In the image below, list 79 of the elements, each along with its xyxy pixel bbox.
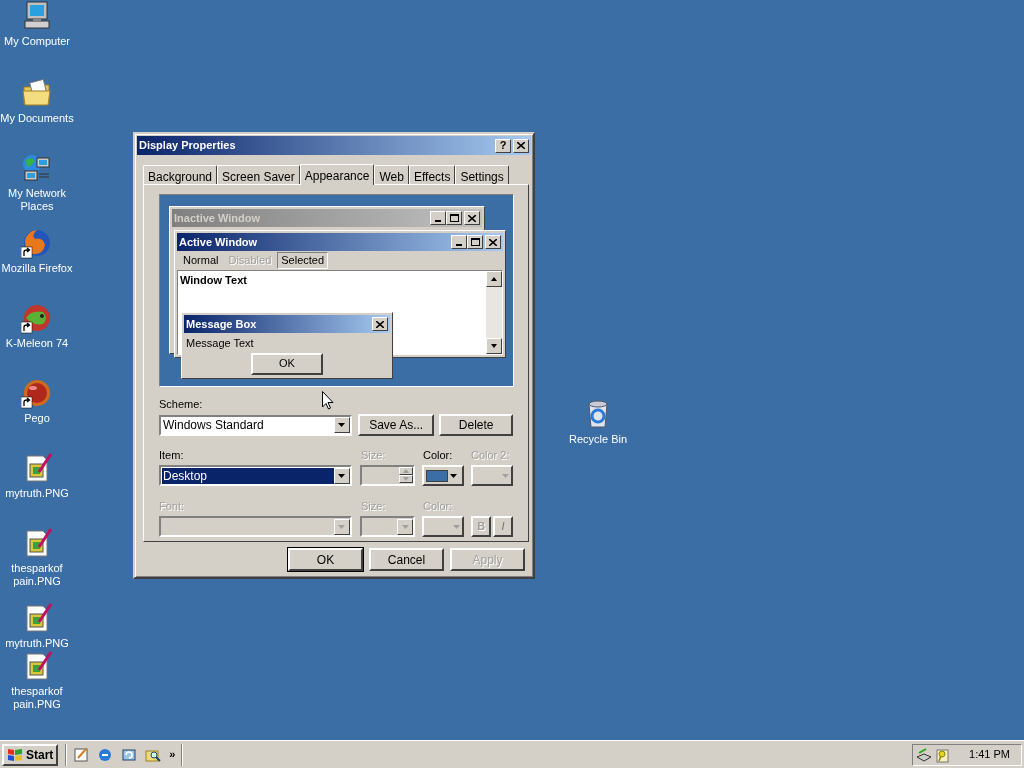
- spin-down-button[interactable]: [399, 475, 414, 483]
- tab[interactable]: Effects: [408, 165, 456, 184]
- caret-icon: [450, 473, 458, 478]
- close-button[interactable]: [372, 317, 388, 331]
- down-arrow-icon: [401, 524, 409, 529]
- close-icon: [489, 238, 497, 246]
- menu-item[interactable]: Selected: [277, 251, 329, 269]
- down-arrow-icon: [490, 342, 498, 350]
- down-arrow-icon: [338, 423, 346, 427]
- dropdown-field[interactable]: Desktop: [159, 465, 352, 486]
- close-button[interactable]: [464, 211, 480, 225]
- down-arrow-icon: [403, 477, 410, 481]
- window-title: Active Window: [179, 234, 259, 250]
- close-icon: [376, 320, 384, 328]
- delete-button[interactable]: Delete: [439, 414, 513, 436]
- icon-label[interactable]: K-Meleon 74: [5, 337, 69, 350]
- dropdown-field[interactable]: [159, 516, 352, 537]
- icon-label[interactable]: My Network Places: [0, 187, 74, 213]
- icon-label[interactable]: Recycle Bin: [568, 433, 628, 446]
- menu-item[interactable]: Normal: [179, 251, 223, 269]
- minimize-icon: [435, 220, 441, 222]
- field-label: Item:: [159, 449, 185, 462]
- clock-time: 1:41 PM: [969, 747, 1010, 763]
- cancel-button[interactable]: Cancel: [369, 548, 444, 571]
- caret-icon: [502, 473, 509, 478]
- icon-label[interactable]: Pego: [24, 412, 50, 425]
- icon-label[interactable]: My Computer: [4, 35, 70, 48]
- dropdown-value: Windows Standard: [162, 417, 265, 433]
- dropdown-button[interactable]: [333, 417, 350, 433]
- network-tray-icon[interactable]: [916, 746, 932, 763]
- spin-up-button[interactable]: [399, 467, 414, 475]
- icon-label[interactable]: thesparkof pain.PNG: [0, 562, 74, 588]
- down-arrow-icon: [338, 473, 346, 478]
- message-text: Message Text: [185, 336, 254, 351]
- up-arrow-icon: [490, 275, 498, 283]
- window-title: Display Properties: [139, 138, 237, 154]
- caret-icon: [453, 524, 461, 529]
- minimize-icon: [456, 244, 462, 246]
- size-spinner[interactable]: [359, 465, 416, 486]
- tab[interactable]: Screen Saver: [217, 165, 300, 184]
- window-title: Inactive Window: [174, 210, 262, 226]
- tab[interactable]: Web: [374, 165, 409, 184]
- color-button[interactable]: [422, 516, 465, 537]
- start-button[interactable]: Start: [2, 743, 59, 766]
- tab[interactable]: Appearance: [299, 164, 375, 185]
- icon-label[interactable]: mytruth.PNG: [5, 487, 69, 500]
- help-button[interactable]: ?: [495, 138, 511, 153]
- icon-label[interactable]: Mozilla Firefox: [1, 262, 73, 275]
- scroll-down-button[interactable]: [486, 338, 502, 354]
- dropdown-field[interactable]: Windows Standard: [159, 414, 352, 436]
- ok-button[interactable]: OK: [288, 548, 363, 571]
- window-text: Window Text: [179, 273, 247, 288]
- icon-label[interactable]: thesparkof pain.PNG: [0, 685, 74, 711]
- dropdown-button[interactable]: [397, 518, 414, 535]
- tab[interactable]: Background: [143, 165, 218, 184]
- close-icon: [517, 142, 525, 149]
- color-button[interactable]: [471, 465, 513, 486]
- close-icon: [468, 214, 476, 222]
- window-title: Message Box: [186, 316, 258, 332]
- dropdown-value: Desktop: [162, 467, 334, 484]
- field-label: Scheme:: [159, 398, 203, 411]
- dropdown-button[interactable]: [333, 518, 350, 535]
- cursor-icon: [322, 391, 334, 410]
- scroll-up-button[interactable]: [486, 271, 502, 287]
- size-dropdown[interactable]: [359, 516, 416, 537]
- more-button[interactable]: »: [167, 746, 178, 763]
- close-button[interactable]: [513, 138, 529, 153]
- icon-label[interactable]: mytruth.PNG: [5, 637, 69, 650]
- close-button[interactable]: [485, 235, 501, 249]
- icon-label[interactable]: My Documents: [0, 112, 74, 125]
- save-as-button[interactable]: Save As...: [357, 414, 435, 436]
- tab[interactable]: Settings: [455, 165, 509, 184]
- ok-button[interactable]: OK: [251, 352, 323, 375]
- up-arrow-icon: [403, 469, 410, 473]
- color-button[interactable]: [422, 465, 465, 486]
- down-arrow-icon: [338, 524, 346, 529]
- key-tray-icon[interactable]: [934, 746, 950, 763]
- windows-flag-icon: [7, 747, 23, 762]
- field-label: Color:: [423, 449, 454, 462]
